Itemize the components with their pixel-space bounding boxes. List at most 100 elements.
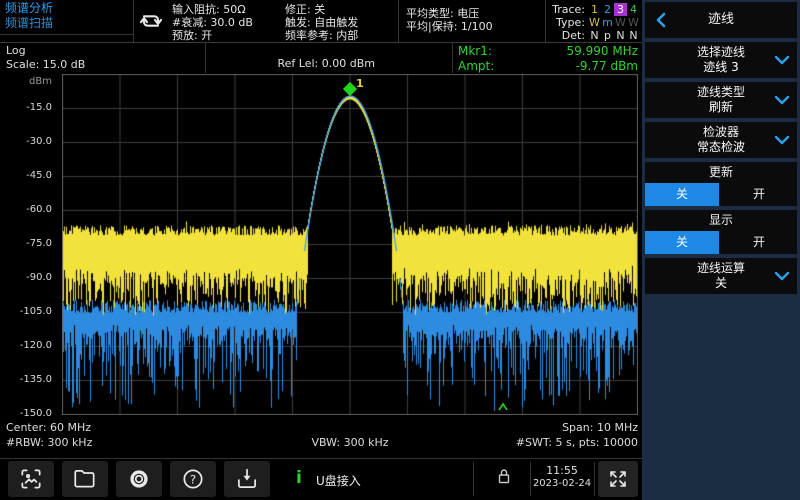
expand-arrows-icon <box>606 467 630 491</box>
info-icon: i <box>296 468 302 488</box>
usb-status-text: U盘接入 <box>316 472 361 489</box>
menu-item-select-trace[interactable]: 选择迹线 迹线 3 <box>645 42 797 78</box>
trace-1-type: W <box>588 16 601 29</box>
header-separator-1 <box>133 0 134 42</box>
fullscreen-button[interactable] <box>598 461 638 497</box>
input-settings-column: 输入阻抗: 50Ω #衰减: 30.0 dB 预放: 开 <box>172 3 253 42</box>
menu-item-update-toggle: 更新 关 开 <box>645 162 797 206</box>
folder-icon <box>72 466 98 492</box>
toggle-label: 更新 <box>645 163 797 181</box>
chevron-down-icon <box>774 54 790 66</box>
menu-item-detector[interactable]: 检波器 常态检波 <box>645 122 797 158</box>
file-manager-button[interactable] <box>62 461 108 497</box>
toolbar-top-border <box>0 458 642 459</box>
type-row-label: Type: <box>545 16 585 29</box>
trace-4-number: 4 <box>627 3 640 16</box>
y-axis-unit: dBm <box>2 76 52 87</box>
marker-readout-ampt-value: -9.77 dBm <box>456 59 638 73</box>
average-hold: 平均|保持: 1/100 <box>406 20 493 33</box>
menu-title: 迹线 <box>645 2 797 38</box>
scale-per-div: Scale: 15.0 dB <box>6 58 85 71</box>
menu-item-display-toggle: 显示 关 开 <box>645 210 797 254</box>
trace-3-detector: N <box>614 29 627 42</box>
y-axis-tick: -90.0 <box>2 272 52 283</box>
help-button[interactable]: ? <box>170 461 216 497</box>
y-axis-tick: -60.0 <box>2 204 52 215</box>
spectrum-canvas[interactable] <box>62 74 638 415</box>
trigger-settings-column: 修正: 关 触发: 自由触发 频率参考: 内部 <box>285 3 358 42</box>
det-row-label: Det: <box>545 29 585 42</box>
time-display: 11:55 <box>531 464 593 477</box>
toggle-on-button[interactable]: 开 <box>721 231 797 254</box>
trace-status-table: Trace: 1 2 3 4 Type: W m W W Det: N p N … <box>545 0 642 42</box>
y-axis-tick: -105.0 <box>2 306 52 317</box>
svg-text:?: ? <box>190 472 196 486</box>
average-type: 平均类型: 电压 <box>406 7 493 20</box>
date-display: 2023-02-24 <box>531 477 593 490</box>
span: Span: 10 MHz <box>400 421 638 434</box>
mode-tabs[interactable]: 频谱分析 频谱扫描 <box>5 1 130 31</box>
spectrum-analyzer-screen: 频谱分析 频谱扫描 输入阻抗: 50Ω #衰减: 30.0 dB 预放: 开 修… <box>0 0 800 500</box>
trace-3-number-selected: 3 <box>614 3 627 16</box>
clock-block: 11:55 2023-02-24 <box>531 464 593 490</box>
status-separator-2 <box>452 43 453 73</box>
trace-4-type: W <box>627 16 640 29</box>
mode-tab-spectrum-sweep[interactable]: 频谱扫描 <box>5 16 130 31</box>
toggle-off-button[interactable]: 关 <box>645 231 719 254</box>
menu-back-header[interactable]: 迹线 <box>645 2 797 38</box>
marker-1-label: 1 <box>356 77 364 90</box>
touch-lock-button[interactable] <box>495 466 515 488</box>
attenuation: #衰减: 30.0 dB <box>172 16 253 29</box>
trace-3-type: W <box>614 16 627 29</box>
preamp: 预放: 开 <box>172 29 253 42</box>
y-axis-tick: -45.0 <box>2 170 52 181</box>
y-axis-tick: -15.0 <box>2 102 52 113</box>
y-axis-tick: -150.0 <box>2 408 52 419</box>
y-axis-tick: -30.0 <box>2 136 52 147</box>
toggle-label: 显示 <box>645 211 797 229</box>
mode-tab-spectrum-analysis[interactable]: 频谱分析 <box>5 1 130 16</box>
chevron-left-icon <box>655 12 667 28</box>
continuous-sweep-button[interactable] <box>137 7 167 35</box>
trace-2-type: m <box>601 16 614 29</box>
freq-reference: 频率参考: 内部 <box>285 29 358 42</box>
spectrum-plot[interactable] <box>62 74 638 415</box>
log-scale-type: Log <box>6 44 26 57</box>
y-axis-tick: -75.0 <box>2 238 52 249</box>
lock-icon <box>495 466 513 486</box>
sweep-time-points: #SWT: 5 s, pts: 10000 <box>400 436 638 449</box>
trace-menu-panel: 迹线 选择迹线 迹线 3 迹线类型 刷新 检波器 常态检波 更新 关 <box>642 0 800 500</box>
trigger: 触发: 自由触发 <box>285 16 358 29</box>
center-freq-caret-icon <box>497 402 509 412</box>
trace-1-number: 1 <box>588 3 601 16</box>
toggle-off-button[interactable]: 关 <box>645 183 719 206</box>
help-icon: ? <box>180 466 206 492</box>
screenshot-icon <box>18 466 44 492</box>
chevron-down-icon <box>774 94 790 106</box>
chevron-down-icon <box>774 134 790 146</box>
topbar-bottom-border <box>0 42 642 43</box>
chevron-down-icon <box>774 270 790 282</box>
menu-item-trace-math[interactable]: 迹线运算 关 <box>645 258 797 294</box>
toolbar-separator-3 <box>594 462 595 496</box>
save-button[interactable] <box>224 461 270 497</box>
y-axis-tick: -120.0 <box>2 340 52 351</box>
menu-item-trace-type[interactable]: 迹线类型 刷新 <box>645 82 797 118</box>
trace-2-number: 2 <box>601 3 614 16</box>
correction: 修正: 关 <box>285 3 358 16</box>
header-separator-2 <box>398 0 399 42</box>
settings-button[interactable] <box>116 461 162 497</box>
toggle-on-button[interactable]: 开 <box>721 183 797 206</box>
trace-1-detector: N <box>588 29 601 42</box>
average-settings-column: 平均类型: 电压 平均|保持: 1/100 <box>406 7 493 33</box>
save-download-icon <box>234 466 260 492</box>
trace-2-detector: p <box>601 29 614 42</box>
trace-4-detector: N <box>627 29 640 42</box>
trace-row-label: Trace: <box>545 3 585 16</box>
center-frequency: Center: 60 MHz <box>6 421 91 434</box>
toolbar-separator-1 <box>473 462 474 496</box>
screenshot-button[interactable] <box>8 461 54 497</box>
y-axis-tick: -135.0 <box>2 374 52 385</box>
ref-level: Ref Lel: 0.00 dBm <box>230 57 375 70</box>
gear-icon <box>126 466 152 492</box>
